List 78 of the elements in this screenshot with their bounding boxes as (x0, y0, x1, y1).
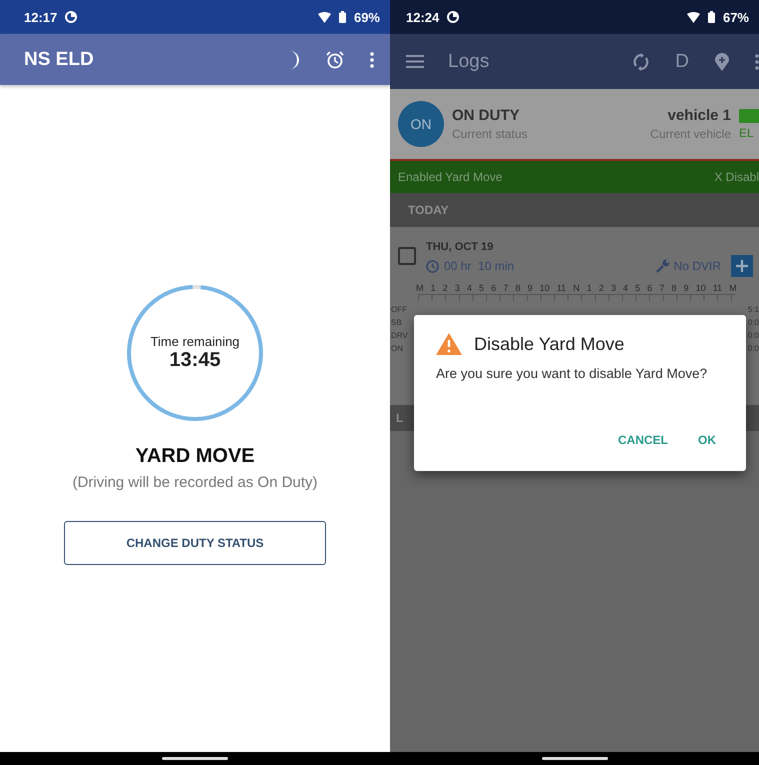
sync-icon[interactable] (633, 52, 650, 70)
clock-icon (426, 260, 439, 272)
dialog-message: Are you sure you want to disable Yard Move? (436, 365, 708, 383)
hour-label: 6 (647, 283, 652, 293)
hour-label: 11 (556, 283, 566, 293)
battery-percent: 69% (354, 10, 380, 24)
mode-note: (Driving will be recorded as On Duty) (72, 474, 318, 491)
hour-label: 8 (515, 283, 520, 293)
change-status-button[interactable]: CHANGE DUTY STATUS (64, 521, 326, 565)
hour-label: 1 (430, 283, 436, 293)
timer-label: Time remaining (150, 334, 240, 349)
hour-label: 5 (479, 283, 484, 293)
eld-device-icon (739, 108, 759, 122)
vehicle-name: vehicle 1 (668, 107, 731, 124)
dvir-status: No DVIR (674, 259, 721, 273)
hour-label: 11 (712, 283, 722, 293)
hour-label: 9 (684, 283, 689, 293)
row-total: 5:1 (748, 305, 759, 314)
wifi-icon (686, 12, 700, 22)
driver-button[interactable]: D (675, 50, 689, 72)
add-button[interactable] (731, 255, 753, 277)
hour-label: 7 (659, 283, 664, 293)
menu-icon[interactable] (406, 55, 424, 68)
banner-text: Enabled Yard Move (398, 170, 502, 184)
disable-link[interactable]: X Disabl (714, 170, 759, 184)
eld-label: EL (739, 126, 755, 140)
hour-label: 3 (610, 283, 616, 293)
app-title: NS ELD (24, 48, 94, 70)
day-checkbox[interactable] (398, 247, 416, 265)
wifi-icon (318, 12, 331, 22)
row-label: SB (391, 318, 403, 327)
battery-icon (338, 11, 346, 23)
status-time: 12:17 (24, 10, 58, 24)
hour-label: 8 (671, 283, 676, 293)
screen-title: Logs (448, 50, 490, 72)
status-badge: ON (398, 101, 444, 147)
hour-label: 6 (491, 283, 496, 293)
wrench-icon (656, 259, 670, 273)
hour-label: 4 (466, 283, 472, 293)
timer-value: 13:45 (169, 349, 221, 372)
row-total: 0:0 (748, 331, 759, 340)
warning-icon (436, 333, 462, 355)
hour-label: M (416, 283, 424, 293)
hour-label: 7 (503, 283, 508, 293)
duty-status: ON DUTY (452, 107, 520, 124)
hour-label: 3 (454, 283, 460, 293)
hour-label: 2 (598, 283, 604, 293)
battery-icon (708, 11, 715, 23)
log-duration: 00 hr 10 min (444, 259, 514, 273)
plus-icon (736, 260, 748, 272)
alarm-clock-icon[interactable] (326, 50, 344, 68)
hour-label: 1 (586, 283, 592, 293)
row-total: 0:0 (748, 318, 759, 327)
hour-label: 2 (442, 283, 448, 293)
battery-percent: 67% (722, 10, 749, 24)
dialog-title: Disable Yard Move (474, 334, 624, 354)
home-handle[interactable] (542, 757, 608, 760)
hour-label: 4 (623, 283, 628, 293)
hour-label: N (573, 283, 580, 293)
hour-label: 5 (635, 283, 640, 293)
hour-label: 9 (527, 283, 532, 293)
row-total: 0:0 (748, 344, 759, 353)
row-label: ON (391, 344, 404, 353)
location-pin-icon[interactable] (715, 52, 729, 70)
home-handle[interactable] (162, 757, 228, 760)
dialog-button[interactable]: OK (688, 429, 726, 451)
status-time: 12:24 (406, 10, 440, 24)
hour-label: M (729, 283, 737, 293)
more-options-icon[interactable] (755, 54, 759, 70)
mode-title: YARD MOVE (135, 445, 255, 468)
section-header: TODAY (390, 193, 759, 227)
row-label: OFF (391, 305, 408, 314)
row-label: DRV (391, 331, 408, 340)
hour-label: 10 (696, 283, 706, 293)
dialog-button[interactable]: CANCEL (608, 429, 678, 451)
more-options-icon[interactable] (370, 52, 374, 68)
log-date: THU, OCT 19 (426, 241, 494, 253)
hour-label: 10 (540, 283, 550, 293)
